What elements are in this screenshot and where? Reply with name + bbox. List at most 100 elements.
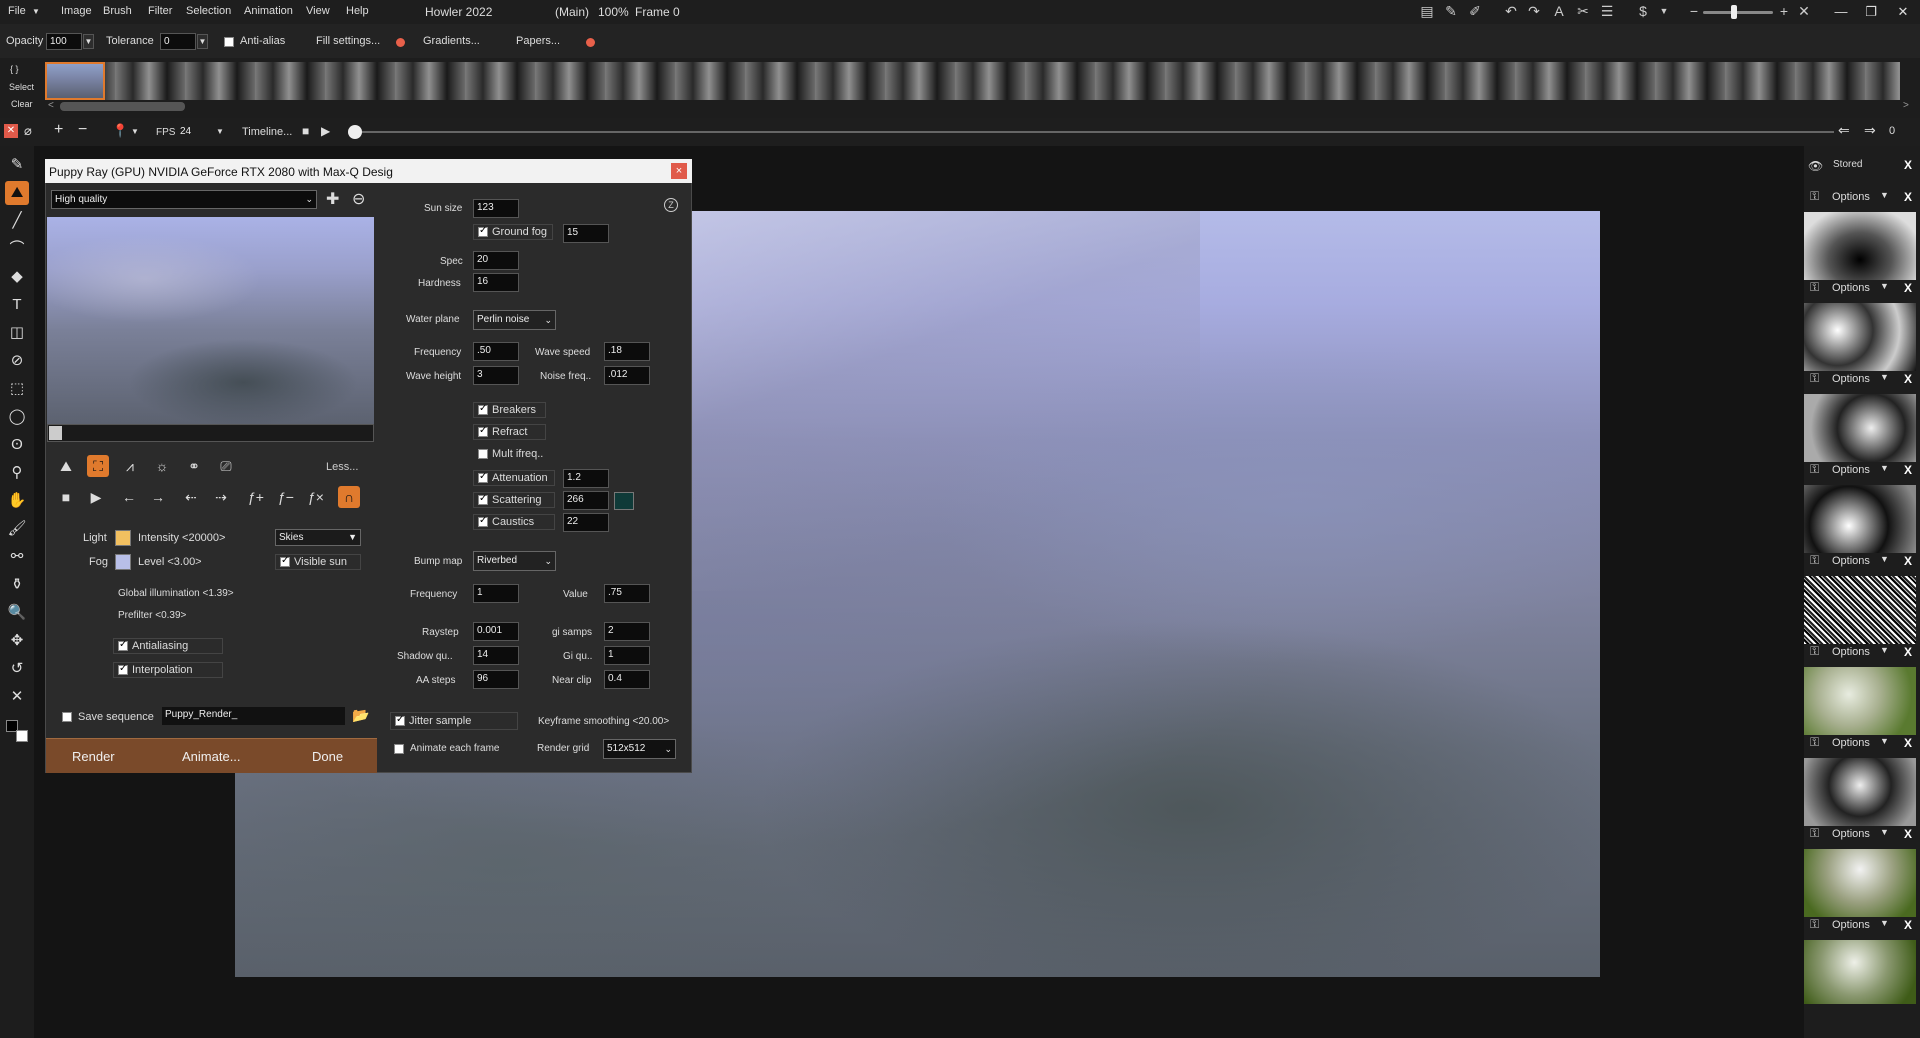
options-label[interactable]: Options	[1832, 282, 1870, 294]
options-label[interactable]: Options	[1832, 646, 1870, 658]
remove-frame-icon[interactable]: −	[78, 121, 87, 139]
scattering-checkbox[interactable]: Scattering	[473, 492, 555, 508]
timeline-slider-track[interactable]	[354, 131, 1834, 133]
tools-crossed-icon[interactable]: ✕	[1795, 3, 1813, 20]
fog-level-label[interactable]: Level <3.00>	[138, 556, 202, 568]
scissors-icon[interactable]: ✂	[1574, 3, 1592, 20]
frequency-input[interactable]: .50	[473, 342, 519, 361]
refract-checkbox[interactable]: Refract	[473, 424, 546, 440]
pin-icon[interactable]: 📍	[112, 123, 128, 139]
intensity-label[interactable]: Intensity <20000>	[138, 532, 225, 544]
breakers-checkbox[interactable]: Breakers	[473, 402, 546, 418]
move-tool-icon[interactable]: ✥	[5, 629, 29, 653]
options-label[interactable]: Options	[1832, 737, 1870, 749]
options-close-icon[interactable]: X	[1904, 463, 1912, 477]
options-dropdown-icon[interactable]: ▼	[1880, 372, 1889, 382]
antialiasing-checkbox[interactable]: Antialiasing	[113, 638, 223, 654]
skies-select[interactable]: Skies ▼	[275, 529, 361, 546]
prefilter-label[interactable]: Prefilter <0.39>	[118, 610, 186, 621]
attenuation-input[interactable]: 1.2	[563, 469, 609, 488]
menu-help[interactable]: Help	[346, 5, 369, 17]
opacity-dropdown-icon[interactable]: ▼	[83, 34, 94, 49]
options-row[interactable]: ⚿ Options ▼ X	[1804, 187, 1920, 207]
refract-check[interactable]	[478, 425, 488, 437]
close-window-icon[interactable]: ✕	[1893, 3, 1913, 20]
onion-skin-icon[interactable]: ⌀	[24, 123, 32, 139]
options-close-icon[interactable]: X	[1904, 372, 1912, 386]
scattering-input[interactable]: 266	[563, 491, 609, 510]
caustics-checkbox[interactable]: Caustics	[473, 514, 555, 530]
options-dropdown-icon[interactable]: ▼	[1880, 918, 1889, 928]
zoom-slider-knob[interactable]	[1731, 5, 1737, 19]
stored-swatch-grass-terrain[interactable]	[1804, 940, 1916, 1004]
options-close-icon[interactable]: X	[1904, 190, 1912, 204]
options-row[interactable]: ⚿ Options ▼ X	[1804, 460, 1920, 480]
interpolation-checkbox[interactable]: Interpolation	[113, 662, 223, 678]
options-row[interactable]: ⚿ Options ▼ X	[1804, 369, 1920, 389]
dollar-dropdown-icon[interactable]: ▼	[1655, 3, 1673, 20]
options-dropdown-icon[interactable]: ▼	[1880, 554, 1889, 564]
delete-frame-icon[interactable]: ✕	[4, 124, 18, 138]
tolerance-input[interactable]: 0	[160, 33, 196, 50]
menu-selection[interactable]: Selection	[186, 5, 231, 17]
pin-dropdown-icon[interactable]: ▼	[131, 127, 139, 136]
gi-samps-input[interactable]: 2	[604, 622, 650, 641]
transform-tool-icon[interactable]: ✕	[5, 685, 29, 709]
rect-select-icon[interactable]: ⬚	[5, 377, 29, 401]
options-label[interactable]: Options	[1832, 828, 1870, 840]
caustics-input[interactable]: 22	[563, 513, 609, 532]
expand-brackets-icon[interactable]: { }	[10, 64, 19, 74]
preview-progress-knob[interactable]	[49, 426, 62, 440]
play-render-icon[interactable]: ▶	[85, 486, 107, 508]
no-tool-icon[interactable]: ⊘	[5, 349, 29, 373]
less-button[interactable]: Less...	[326, 461, 358, 473]
stored-swatch-gradient[interactable]	[1804, 212, 1916, 280]
spec-input[interactable]: 20	[473, 251, 519, 270]
options-label[interactable]: Options	[1832, 919, 1870, 931]
stored-swatch-fog[interactable]	[1804, 758, 1916, 826]
pen-settings-icon[interactable]: ✐	[1466, 3, 1484, 20]
stored-close-icon[interactable]: X	[1904, 158, 1912, 172]
caustics-check[interactable]	[478, 515, 488, 527]
current-frame-thumbnail[interactable]	[45, 62, 105, 100]
hand-tool-icon[interactable]: ✋	[5, 489, 29, 513]
camera-icon[interactable]: ⎚	[215, 455, 237, 477]
scattering-check[interactable]	[478, 493, 488, 505]
options-label[interactable]: Options	[1832, 555, 1870, 567]
jitter-sample-check[interactable]	[395, 714, 405, 726]
save-sequence-checkbox[interactable]	[62, 712, 72, 722]
menu-brush[interactable]: Brush	[103, 5, 132, 17]
add-preset-icon[interactable]: ✚	[326, 189, 339, 209]
timeline-slider-knob[interactable]	[348, 125, 362, 139]
options-dropdown-icon[interactable]: ▼	[1880, 645, 1889, 655]
interpolation-check[interactable]	[118, 663, 128, 675]
line-tool-icon[interactable]: ╱	[5, 209, 29, 233]
keyframe-prev-icon[interactable]: ⇠	[180, 486, 202, 508]
noise-freq-input[interactable]: .012	[604, 366, 650, 385]
clear-keyframes-icon[interactable]: ƒ×	[305, 486, 327, 508]
gradients-button[interactable]: Gradients...	[423, 35, 480, 47]
mult-ifreq-check[interactable]	[478, 449, 488, 459]
spheres-icon[interactable]: ⚭	[183, 455, 205, 477]
papers-button[interactable]: Papers...	[516, 35, 560, 47]
menu-view[interactable]: View	[306, 5, 330, 17]
restore-icon[interactable]: ❐	[1861, 3, 1881, 20]
options-row[interactable]: ⚿ Options ▼ X	[1804, 824, 1920, 844]
menu-file[interactable]: File	[8, 5, 26, 17]
value-input[interactable]: .75	[604, 584, 650, 603]
zoom-minus-icon[interactable]: −	[1685, 3, 1703, 20]
stored-swatch-noise[interactable]	[1804, 303, 1916, 371]
animate-each-frame-checkbox[interactable]	[394, 744, 404, 754]
options-close-icon[interactable]: X	[1904, 554, 1912, 568]
menu-filter[interactable]: Filter	[148, 5, 172, 17]
arrow-right-icon[interactable]: →	[147, 486, 169, 508]
render-grid-select[interactable]: 512x512 ⌄	[603, 739, 676, 759]
camera-terrain-icon[interactable]: ⛶	[87, 455, 109, 477]
zoom-plus-icon[interactable]: +	[1775, 3, 1793, 20]
stored-swatch-clouds[interactable]	[1804, 394, 1916, 462]
options-close-icon[interactable]: X	[1904, 918, 1912, 932]
menu-image[interactable]: Image	[61, 5, 92, 17]
dollar-icon[interactable]: $	[1634, 3, 1652, 20]
gi-quality-input[interactable]: 1	[604, 646, 650, 665]
visible-sun-check[interactable]	[280, 555, 290, 567]
